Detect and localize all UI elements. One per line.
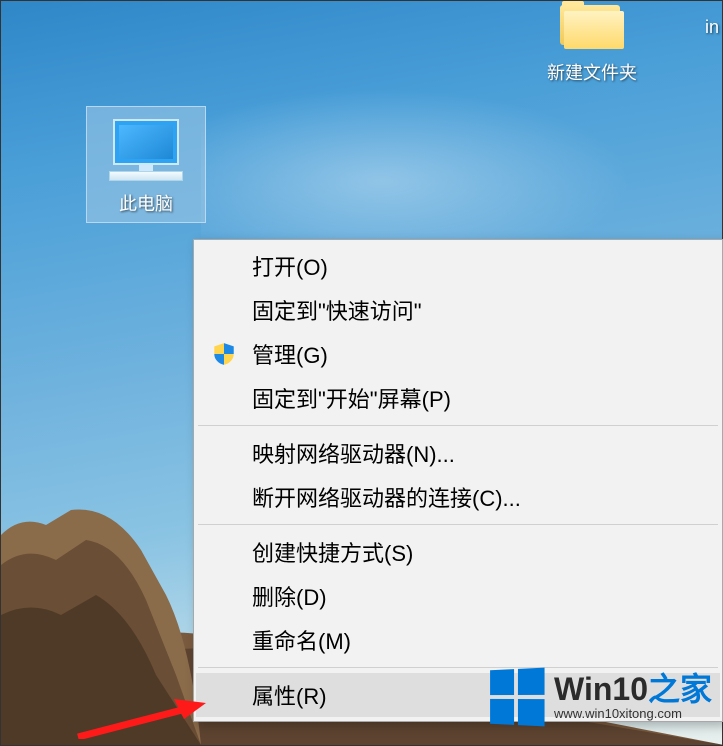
desktop-icon-label: 新建文件夹 [532, 59, 652, 85]
desktop-icon-partial[interactable]: in [692, 11, 723, 38]
menu-item-rename[interactable]: 重命名(M) [196, 618, 720, 662]
menu-item-label: 重命名(M) [252, 624, 351, 656]
folder-icon [556, 1, 628, 53]
menu-item-label: 映射网络驱动器(N)... [252, 437, 455, 469]
context-menu: 打开(O) 固定到"快速访问" 管理(G) 固定到"开始"屏幕(P) 映射网络驱… [193, 239, 723, 722]
menu-item-label: 固定到"快速访问" [252, 294, 422, 326]
desktop-icon-label: in [692, 17, 723, 38]
desktop-icon-new-folder[interactable]: 新建文件夹 [532, 1, 652, 85]
menu-item-properties[interactable]: 属性(R) [196, 673, 720, 717]
menu-item-label: 断开网络驱动器的连接(C)... [252, 481, 521, 513]
menu-separator [198, 425, 718, 426]
menu-item-open[interactable]: 打开(O) [196, 244, 720, 288]
desktop-icon-label: 此电脑 [87, 190, 205, 216]
menu-item-create-shortcut[interactable]: 创建快捷方式(S) [196, 530, 720, 574]
menu-item-delete[interactable]: 删除(D) [196, 574, 720, 618]
menu-separator [198, 667, 718, 668]
menu-item-label: 属性(R) [252, 679, 327, 711]
menu-item-map-network-drive[interactable]: 映射网络驱动器(N)... [196, 431, 720, 475]
this-pc-icon [106, 119, 186, 184]
uac-shield-icon [210, 340, 238, 368]
menu-item-manage[interactable]: 管理(G) [196, 332, 720, 376]
menu-item-label: 管理(G) [252, 338, 328, 370]
menu-item-label: 创建快捷方式(S) [252, 536, 413, 568]
menu-item-pin-quick-access[interactable]: 固定到"快速访问" [196, 288, 720, 332]
menu-item-label: 打开(O) [252, 250, 328, 282]
menu-separator [198, 524, 718, 525]
desktop-icon-this-pc[interactable]: 此电脑 [86, 106, 206, 223]
menu-item-pin-start[interactable]: 固定到"开始"屏幕(P) [196, 376, 720, 420]
menu-item-disconnect-network-drive[interactable]: 断开网络驱动器的连接(C)... [196, 475, 720, 519]
menu-item-label: 固定到"开始"屏幕(P) [252, 382, 451, 414]
menu-item-label: 删除(D) [252, 580, 327, 612]
